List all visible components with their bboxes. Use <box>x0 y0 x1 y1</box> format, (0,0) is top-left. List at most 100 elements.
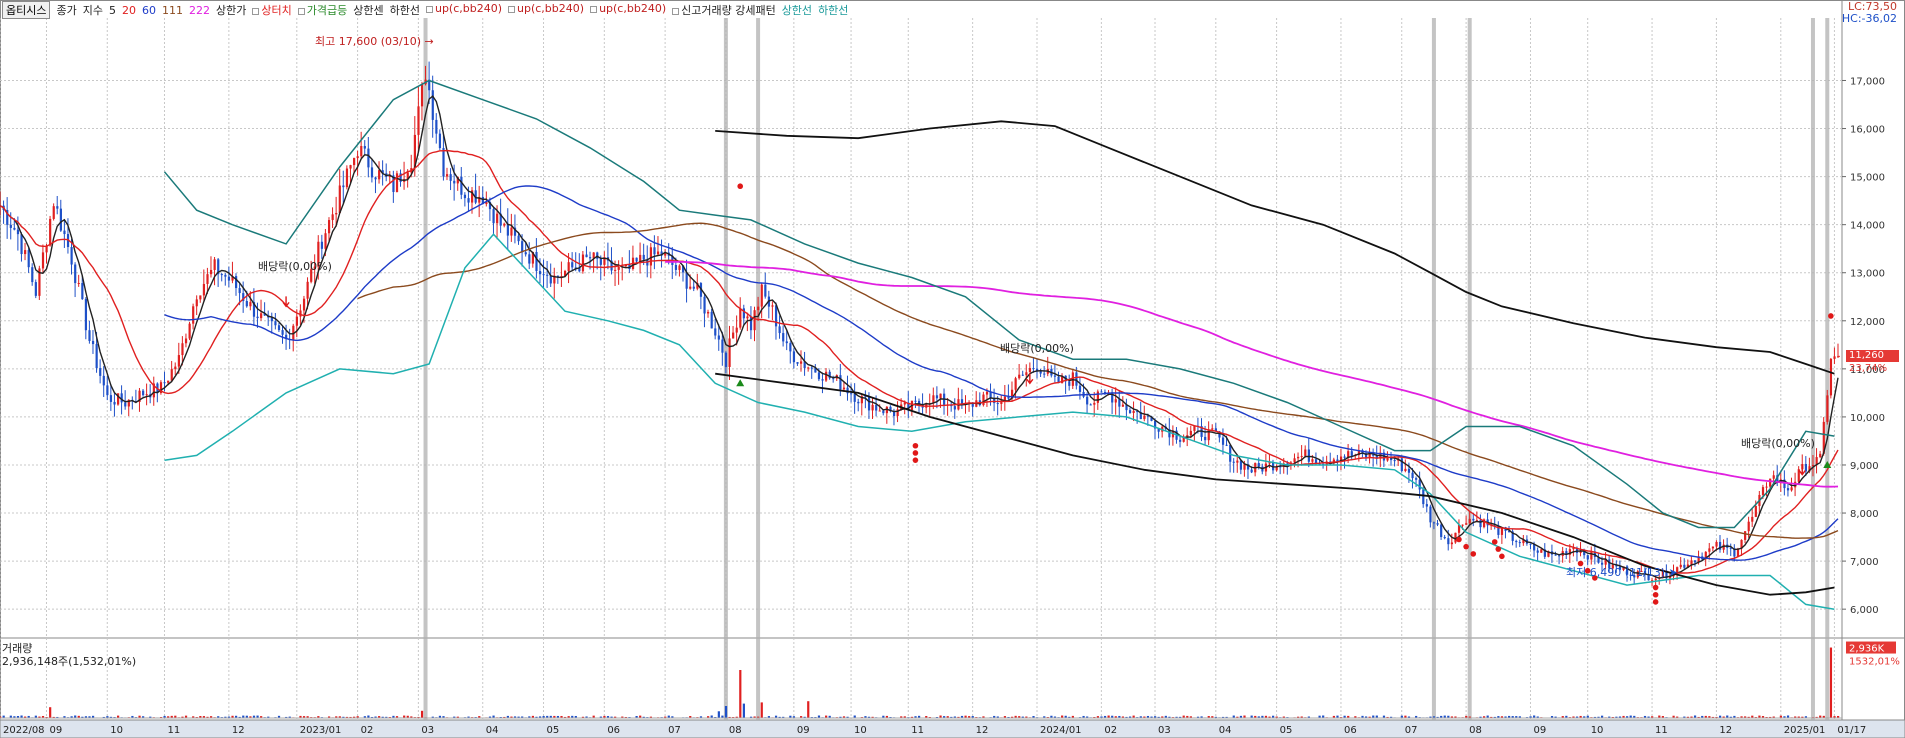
candle-body <box>295 316 298 326</box>
volume-title: 거래량 <box>2 642 33 655</box>
candle-body <box>581 254 585 272</box>
ma-111-label[interactable]: 111 <box>162 4 183 17</box>
candle-body <box>449 174 452 181</box>
candle-body <box>1096 391 1099 403</box>
candle-body <box>1225 444 1228 446</box>
ma-60-label[interactable]: 60 <box>142 4 156 17</box>
candle-body <box>59 208 62 231</box>
volume-bar <box>1829 647 1833 718</box>
candle-body <box>882 410 885 414</box>
candle-body <box>707 311 710 314</box>
candle-body <box>599 258 602 265</box>
candle-body <box>542 274 545 276</box>
x-tick-label: 08 <box>1469 725 1482 736</box>
candle-body <box>589 257 592 259</box>
indicator-label-7[interactable]: up(c,bb240) <box>590 2 666 18</box>
candle-body <box>1465 523 1468 525</box>
volume-bar <box>420 710 424 718</box>
indicator-label-6[interactable]: up(c,bb240) <box>508 2 584 18</box>
indicator-label-1[interactable]: 상터치 <box>252 2 292 18</box>
indicator-label-4[interactable]: 하한선 <box>390 2 420 18</box>
candle-body <box>174 366 177 370</box>
indicator-legend: 옵티시스 종가 지수 5 20 60 111 222 상한가 상터치 가격급등 상한센 하한선 u… <box>2 1 848 19</box>
x-tick-label: 10 <box>110 725 123 736</box>
signal-dot <box>1652 599 1659 605</box>
candle-body <box>1179 439 1182 442</box>
x-tick-label: 05 <box>547 725 560 736</box>
candle-body <box>213 259 216 270</box>
candle-body <box>320 241 324 249</box>
candle-body <box>853 393 856 402</box>
indicator-label-5[interactable]: up(c,bb240) <box>425 2 502 18</box>
candle-body <box>807 367 810 369</box>
y-tick-label: 17,000 <box>1850 76 1885 87</box>
candle-body <box>1819 453 1822 458</box>
candle-body <box>338 185 341 214</box>
y-tick-label: 16,000 <box>1850 125 1885 136</box>
volume-value: 2,936,148주(1,532,01%) <box>2 655 137 668</box>
candle-body <box>1744 531 1747 540</box>
y-tick-label: 9,000 <box>1850 461 1879 472</box>
candle-body <box>1204 436 1207 441</box>
candle-body <box>1093 402 1096 405</box>
candle-body <box>177 355 180 367</box>
candle-body <box>739 308 742 328</box>
signal-dot <box>1470 551 1477 557</box>
candle-body <box>746 316 749 319</box>
candle-body <box>70 247 73 265</box>
candle-body <box>914 400 917 402</box>
indicator-label-8[interactable]: 신고거래량 강세패턴 <box>672 2 776 18</box>
candle-body <box>875 404 878 411</box>
candle-body <box>1121 404 1125 407</box>
candle-body <box>56 206 59 209</box>
candle-body <box>1554 554 1557 556</box>
stock-name[interactable]: 옵티시스 <box>2 1 51 19</box>
candle-body <box>206 274 209 284</box>
candle-body <box>463 194 467 199</box>
candle-body <box>1239 460 1243 470</box>
candle-body <box>1586 555 1589 560</box>
ma-5-label[interactable]: 5 <box>109 4 116 17</box>
candle-body <box>1447 538 1450 545</box>
candle-body <box>757 306 760 311</box>
indicator-label-2[interactable]: 가격급등 <box>297 2 347 18</box>
candle-body <box>209 269 213 275</box>
event-highlight-bar <box>1825 18 1830 720</box>
candle-body <box>202 283 206 296</box>
candle-body <box>192 306 195 324</box>
indicator-label-9[interactable]: 상한선 <box>782 2 812 18</box>
candle-body <box>1021 374 1024 376</box>
candle-body <box>1250 469 1253 473</box>
candle-body <box>167 380 170 383</box>
candle-body <box>939 393 942 399</box>
candle-body <box>238 288 241 294</box>
x-tick-label: 07 <box>668 725 681 736</box>
candle-body <box>821 379 824 381</box>
candle-body <box>782 333 785 342</box>
y-tick-label: 15,000 <box>1850 173 1885 184</box>
candle-body <box>732 332 735 339</box>
candle-body <box>34 282 37 296</box>
candle-body <box>685 272 688 289</box>
indicator-label-3[interactable]: 상한센 <box>353 2 383 18</box>
candle-body <box>789 343 792 352</box>
ma-222-label[interactable]: 222 <box>189 4 210 17</box>
candle-body <box>1243 464 1246 470</box>
candle-body <box>1765 486 1768 488</box>
x-tick-label: 05 <box>1280 725 1293 736</box>
signal-dot <box>1463 543 1469 550</box>
candle-body <box>1751 516 1754 522</box>
candle-body <box>1754 506 1757 517</box>
candle-body <box>345 168 349 188</box>
candle-body <box>764 284 767 297</box>
candle-body <box>1078 385 1082 392</box>
candle-body <box>753 310 756 331</box>
ma-20-label[interactable]: 20 <box>122 4 136 17</box>
indicator-label-10[interactable]: 하한선 <box>818 2 848 18</box>
candle-body <box>1257 463 1260 467</box>
candle-body <box>492 209 495 224</box>
candle-body <box>1407 468 1411 473</box>
y-tick-label: 10,000 <box>1850 413 1885 424</box>
indicator-label-0[interactable]: 상한가 <box>216 2 246 18</box>
x-tick-label: 12 <box>976 725 989 736</box>
